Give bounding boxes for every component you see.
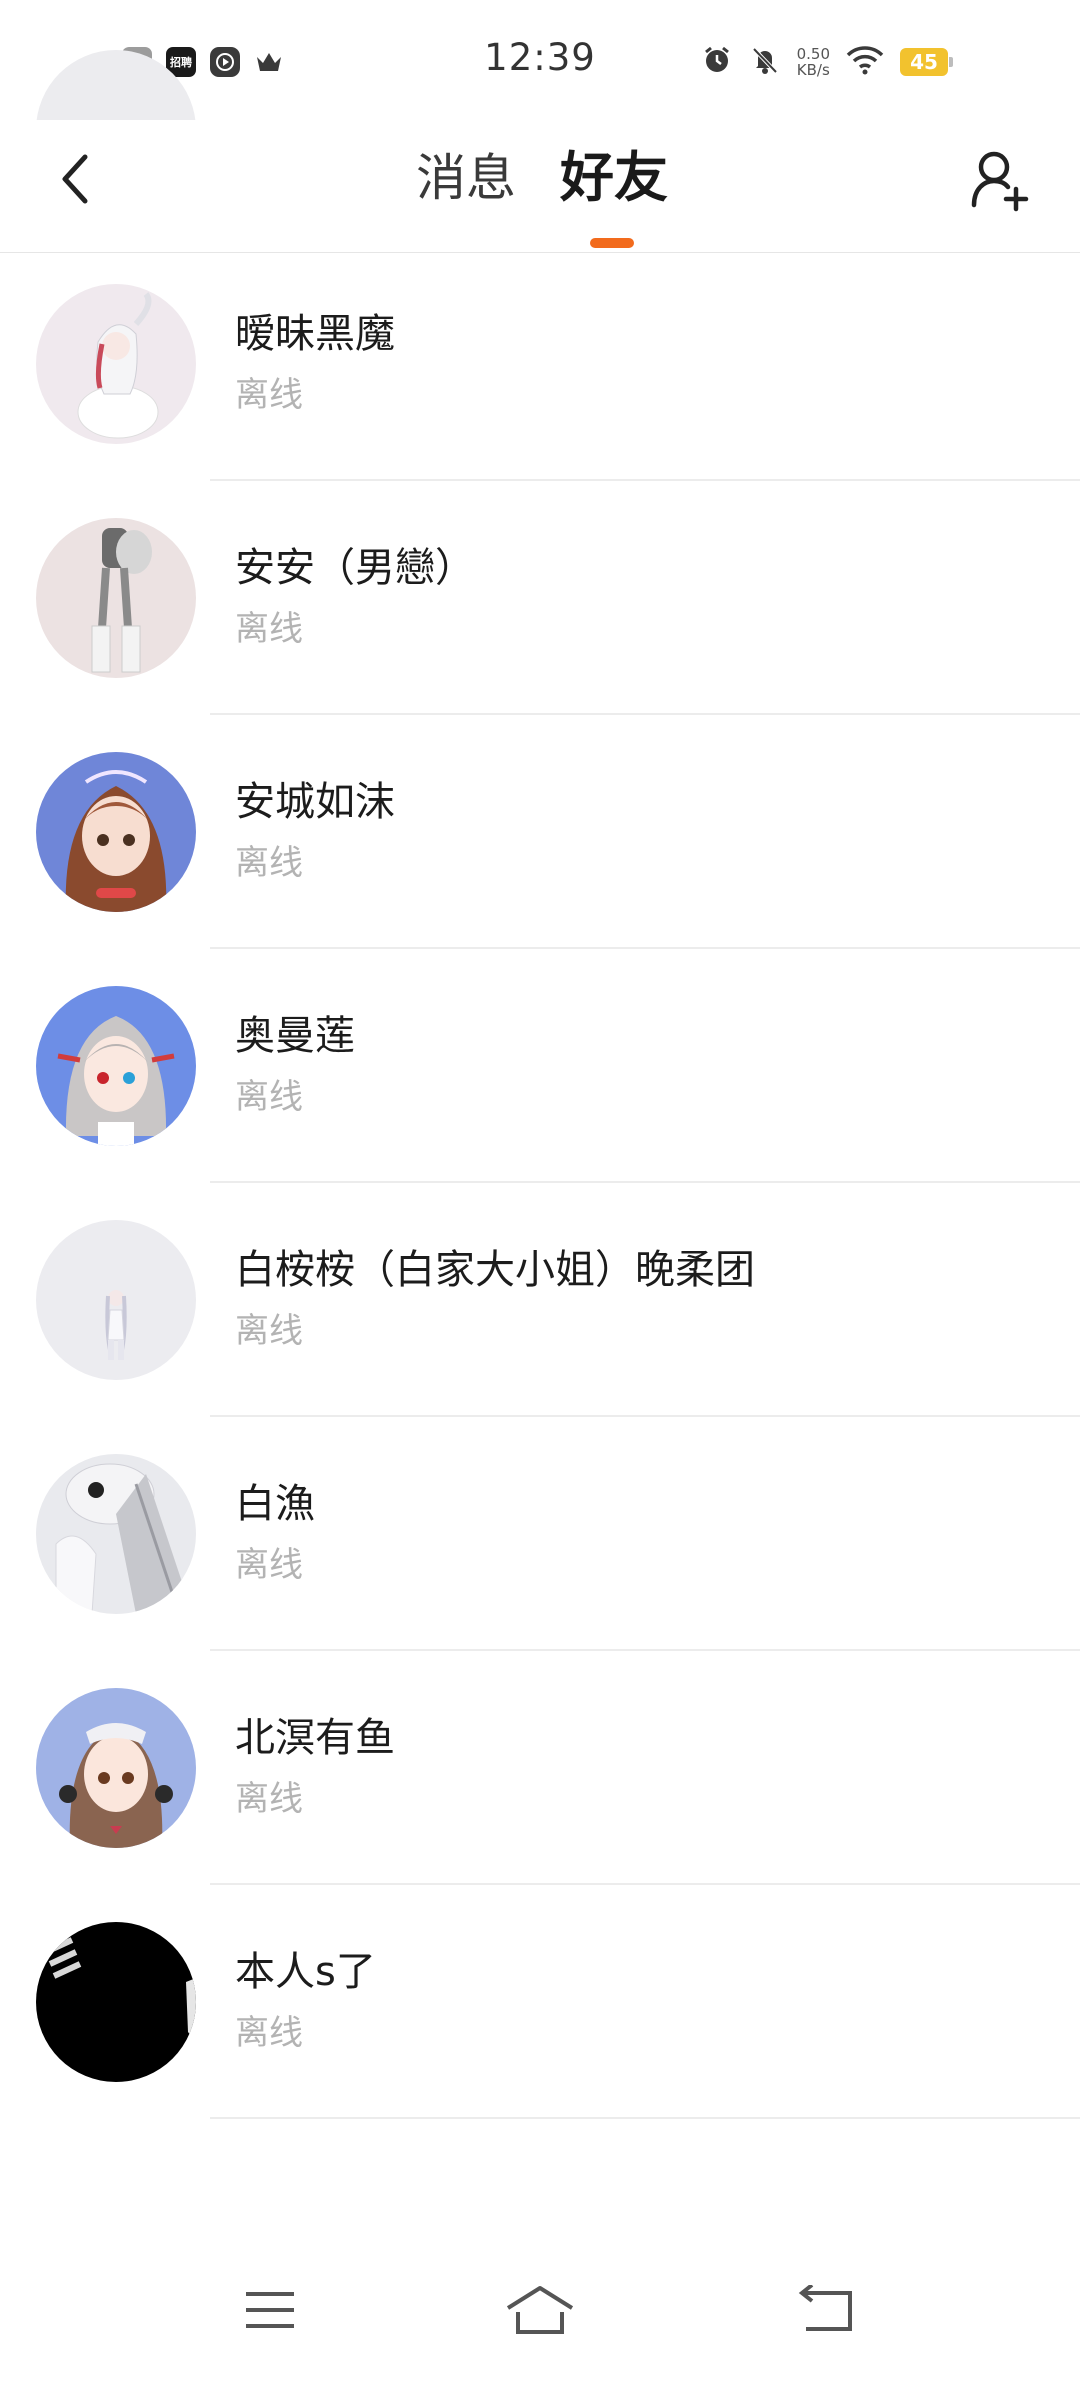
friend-status: 离线 xyxy=(235,375,303,415)
friend-name: 北溟有鱼 xyxy=(235,1715,395,1761)
friend-row[interactable]: 白漁 离线 xyxy=(0,1417,1080,1651)
friend-status: 离线 xyxy=(235,2013,303,2053)
chevron-left-icon xyxy=(62,154,88,204)
friend-row[interactable]: 本人s了 离线 xyxy=(0,1885,1080,2119)
avatar[interactable] xyxy=(36,986,196,1146)
friend-status: 离线 xyxy=(235,609,303,649)
avatar[interactable] xyxy=(36,752,196,912)
avatar[interactable] xyxy=(36,518,196,678)
screen: 招聘 12:39 0.50 KB/s 45 消息 好友 暧昧黑魔 离线 安安（男… xyxy=(0,0,1080,2400)
friend-name: 本人s了 xyxy=(235,1949,376,1995)
friend-row[interactable]: 安安（男戀） 离线 xyxy=(0,481,1080,715)
home-icon xyxy=(506,2286,574,2334)
back-button[interactable] xyxy=(40,144,110,214)
friend-name: 安安（男戀） xyxy=(235,545,475,591)
friend-status: 离线 xyxy=(235,1311,303,1351)
friend-name: 暧昧黑魔 xyxy=(235,311,395,357)
friend-name: 白漁 xyxy=(235,1481,315,1527)
friend-name: 白桉桉（白家大小姐）晚柔团 xyxy=(235,1247,755,1293)
tab-messages[interactable]: 消息 xyxy=(416,146,516,210)
friend-row[interactable]: 暧昧黑魔 离线 xyxy=(0,247,1080,481)
friend-row[interactable]: 白桉桉（白家大小姐）晚柔团 离线 xyxy=(0,1183,1080,1417)
friend-status: 离线 xyxy=(235,1077,303,1117)
friend-row[interactable]: 奥曼莲 离线 xyxy=(0,949,1080,1183)
avatar[interactable] xyxy=(36,1220,196,1380)
add-user-icon xyxy=(971,151,1029,212)
friend-status: 离线 xyxy=(235,843,303,883)
friend-list: 离线 暧昧黑魔 离线 xyxy=(0,13,1080,2119)
avatar[interactable] xyxy=(36,1688,196,1848)
nav-menu-button[interactable] xyxy=(220,2270,320,2350)
friend-name: 奥曼莲 xyxy=(235,1013,355,1059)
tab-friends[interactable]: 好友 xyxy=(560,146,668,210)
friend-status: 离线 xyxy=(235,1545,303,1585)
menu-icon xyxy=(246,2292,294,2328)
friend-row[interactable]: 北溟有鱼 离线 xyxy=(0,1651,1080,1885)
avatar[interactable] xyxy=(36,284,196,444)
system-nav-bar xyxy=(0,2230,1080,2400)
add-friend-button[interactable] xyxy=(960,140,1040,220)
friend-name: 安城如沫 xyxy=(235,779,395,825)
active-tab-indicator xyxy=(590,238,634,248)
header: 消息 好友 xyxy=(0,120,1080,253)
avatar[interactable] xyxy=(36,1454,196,1614)
nav-back-button[interactable] xyxy=(776,2270,876,2350)
friend-row[interactable]: 安城如沫 离线 xyxy=(0,715,1080,949)
back-arrow-icon xyxy=(798,2285,852,2331)
avatar[interactable] xyxy=(36,1922,196,2082)
friend-status: 离线 xyxy=(235,1779,303,1819)
nav-home-button[interactable] xyxy=(490,2270,590,2350)
